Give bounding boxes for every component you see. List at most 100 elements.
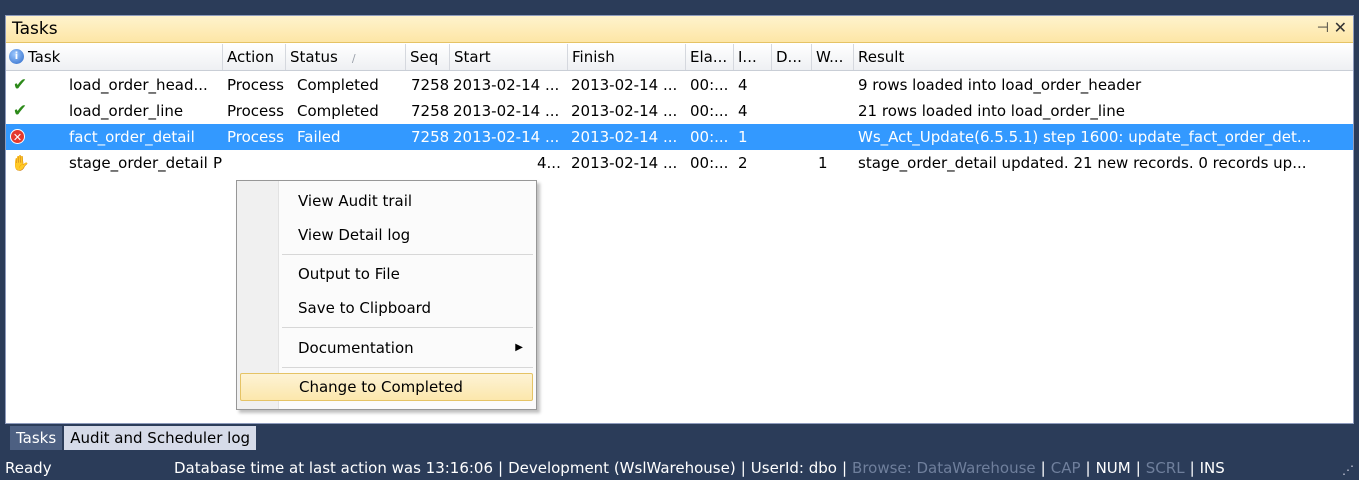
column-header-info-label: I... [738, 48, 757, 66]
task-name: stage_order_detail [69, 154, 208, 172]
tab-audit-scheduler-log[interactable]: Audit and Scheduler log [64, 426, 257, 450]
column-header-action[interactable]: Action [223, 44, 286, 70]
status-cap: CAP [1050, 459, 1081, 477]
panel-title: Tasks [12, 19, 58, 39]
menu-item-documentation[interactable]: Documentation ▶ [240, 334, 533, 362]
column-header-seq-label: Seq [410, 48, 439, 66]
task-status: Failed [297, 128, 341, 146]
status-user: UserId: dbo [750, 459, 837, 477]
task-finish: 2013-02-14 ... [571, 128, 678, 146]
close-icon[interactable]: ✕ [1334, 18, 1347, 37]
status-divider: | [1135, 459, 1141, 477]
task-result: stage_order_detail updated. 21 new recor… [858, 154, 1307, 172]
column-header-finish[interactable]: Finish [568, 44, 686, 70]
task-finish: 2013-02-14 ... [571, 154, 678, 172]
status-browse: Browse: DataWarehouse [852, 459, 1036, 477]
column-header-finish-label: Finish [572, 48, 615, 66]
info-icon: i [9, 49, 24, 64]
task-detail-count [776, 150, 806, 176]
task-detail-count [776, 124, 806, 150]
menu-item-view-audit-trail[interactable]: View Audit trail [240, 187, 533, 215]
menu-item-documentation-label: Documentation [298, 339, 414, 357]
status-connection: Development (WslWarehouse) [508, 459, 736, 477]
task-action: P [213, 154, 223, 172]
column-header-detail-label: D... [776, 48, 802, 66]
resize-grip-icon[interactable]: ⋰ [1342, 458, 1354, 480]
tasks-panel: Tasks ⊣ ✕ i Task Action Status ∕ Seq Star… [5, 15, 1354, 424]
task-elapsed: 00:... [690, 154, 729, 172]
task-status [297, 150, 407, 176]
column-header-start-label: Start [454, 48, 491, 66]
task-result: Ws_Act_Update(6.5.5.1) step 1600: update… [858, 128, 1312, 146]
task-action: Process [227, 102, 284, 120]
table-row[interactable]: ✋ stage_order_detail P 4... 2013-02-14 .… [6, 150, 1353, 176]
menu-item-view-detail-log[interactable]: View Detail log [240, 221, 533, 249]
task-info-count: 2 [738, 154, 748, 172]
status-scrl: SCRL [1145, 459, 1185, 477]
column-header-action-label: Action [227, 48, 274, 66]
bottom-tabs: Tasks Audit and Scheduler log [10, 426, 258, 450]
menu-separator [282, 367, 533, 368]
task-seq: 7258 [411, 76, 450, 94]
task-info-count: 1 [738, 128, 748, 146]
column-header-elapsed[interactable]: Ela... [686, 44, 734, 70]
task-detail-count [776, 98, 806, 124]
grid-header: i Task Action Status ∕ Seq Start Finish E… [6, 44, 1353, 71]
column-header-result-label: Result [858, 48, 905, 66]
checkmark-icon: ✔ [12, 101, 28, 121]
menu-item-change-to-completed[interactable]: Change to Completed [240, 373, 533, 401]
task-seq: 7258 [411, 102, 450, 120]
column-header-elapsed-label: Ela... [690, 48, 728, 66]
task-seq [411, 150, 451, 176]
table-row-selected[interactable]: ✕ fact_order_detail Process Failed 7258 … [6, 124, 1353, 150]
status-bar: Ready Database time at last action was 1… [0, 456, 1359, 480]
task-finish: 2013-02-14 ... [571, 102, 678, 120]
column-header-status[interactable]: Status ∕ [286, 44, 406, 70]
task-name: fact_order_detail [69, 128, 195, 146]
task-finish: 2013-02-14 ... [571, 76, 678, 94]
context-menu: View Audit trail View Detail log Output … [236, 180, 537, 410]
table-row[interactable]: ✔ load_order_head... Process Completed 7… [6, 72, 1353, 98]
column-header-warning[interactable]: W... [812, 44, 854, 70]
status-divider: | [498, 459, 504, 477]
task-name: load_order_head... [69, 76, 208, 94]
task-info-count: 4 [738, 102, 748, 120]
sort-ascending-icon: ∕ [351, 52, 356, 65]
task-elapsed: 00:... [690, 102, 729, 120]
menu-separator [282, 254, 533, 255]
tab-tasks[interactable]: Tasks [10, 426, 63, 450]
status-db-time: Database time at last action was 13:16:0… [174, 459, 494, 477]
task-warning-count [818, 72, 848, 98]
menu-item-save-to-clipboard[interactable]: Save to Clipboard [240, 294, 533, 322]
column-header-warning-label: W... [816, 48, 844, 66]
table-row[interactable]: ✔ load_order_line Process Completed 7258… [6, 98, 1353, 124]
failed-icon: ✕ [10, 129, 25, 144]
column-header-info[interactable]: I... [734, 44, 772, 70]
status-ins: INS [1199, 459, 1225, 477]
status-divider: | [1085, 459, 1091, 477]
column-header-result[interactable]: Result [854, 44, 1353, 70]
task-warning-count [818, 124, 848, 150]
column-header-task[interactable]: i Task [6, 44, 223, 70]
status-divider: | [1189, 459, 1195, 477]
column-header-task-label: Task [28, 48, 61, 66]
task-result: 9 rows loaded into load_order_header [858, 76, 1142, 94]
task-action: Process [227, 128, 284, 146]
task-start: 2013-02-14 ... [453, 128, 560, 146]
column-header-status-label: Status [290, 48, 338, 66]
column-header-start[interactable]: Start [450, 44, 568, 70]
status-divider: | [740, 459, 746, 477]
column-header-detail[interactable]: D... [772, 44, 812, 70]
submenu-arrow-icon: ▶ [515, 342, 523, 353]
pin-icon[interactable]: ⊣ [1317, 20, 1329, 36]
menu-item-output-to-file[interactable]: Output to File [240, 260, 533, 288]
task-result: 21 rows loaded into load_order_line [858, 102, 1125, 120]
menu-separator [282, 327, 533, 328]
task-warning-count: 1 [818, 154, 828, 172]
column-header-seq[interactable]: Seq [406, 44, 450, 70]
task-name: load_order_line [69, 102, 184, 120]
task-elapsed: 00:... [690, 128, 729, 146]
task-detail-count [776, 72, 806, 98]
task-elapsed: 00:... [690, 76, 729, 94]
status-num: NUM [1095, 459, 1131, 477]
